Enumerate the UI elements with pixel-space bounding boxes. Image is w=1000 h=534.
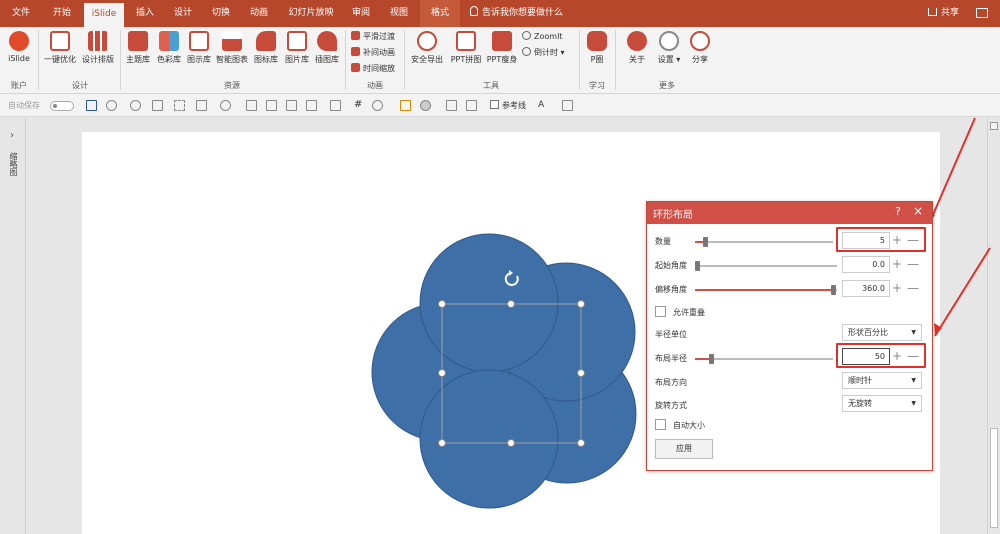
panel-title: 环形布局 — [653, 210, 693, 221]
slider-fill — [695, 289, 833, 291]
layout-radius-slider[interactable] — [695, 354, 833, 364]
start-angle-input[interactable]: 0.0 — [842, 256, 890, 273]
autosize-label: 自动大小 — [673, 421, 705, 430]
circle-shape-bottom[interactable] — [419, 369, 559, 509]
allow-overlap-checkbox[interactable] — [655, 306, 666, 317]
highlight-count-box — [836, 227, 926, 252]
annotation-arrow — [928, 117, 976, 225]
radius-unit-label: 半径单位 — [655, 330, 687, 339]
slider-knob[interactable] — [709, 354, 714, 364]
panel-header[interactable]: 环形布局 ? × — [647, 202, 932, 224]
plus-icon[interactable]: + — [892, 281, 902, 295]
resize-handle[interactable] — [438, 369, 446, 377]
help-icon[interactable]: ? — [895, 205, 901, 218]
layout-radius-label: 布局半径 — [655, 354, 687, 363]
allow-overlap-label: 允许重叠 — [673, 308, 705, 317]
apply-button[interactable]: 应用 — [655, 439, 713, 459]
annotation-arrow — [934, 247, 991, 337]
offset-angle-slider[interactable] — [695, 285, 837, 295]
slider-knob[interactable] — [703, 237, 708, 247]
autosize-checkbox[interactable] — [655, 419, 666, 430]
offset-angle-input[interactable]: 360.0 — [842, 280, 890, 297]
slider-knob[interactable] — [831, 285, 836, 295]
rotation-label: 旋转方式 — [655, 401, 687, 410]
rotation-value: 无旋转 — [848, 399, 872, 408]
close-icon[interactable]: × — [913, 204, 923, 218]
direction-label: 布局方向 — [655, 378, 687, 387]
start-angle-slider[interactable] — [695, 261, 837, 271]
count-slider[interactable] — [695, 237, 833, 247]
radius-unit-value: 形状百分比 — [848, 328, 888, 337]
resize-handle[interactable] — [507, 439, 515, 447]
radius-unit-select[interactable]: 形状百分比 ▼ — [842, 324, 922, 341]
start-angle-label: 起始角度 — [655, 261, 687, 270]
resize-handle[interactable] — [438, 300, 446, 308]
minus-icon[interactable]: — — [907, 257, 919, 271]
resize-handle[interactable] — [577, 369, 585, 377]
resize-handle[interactable] — [577, 300, 585, 308]
direction-select[interactable]: 顺时针 ▼ — [842, 372, 922, 389]
direction-value: 顺时针 — [848, 376, 872, 385]
minus-icon[interactable]: — — [907, 281, 919, 295]
chevron-down-icon: ▼ — [911, 377, 916, 384]
resize-handle[interactable] — [577, 439, 585, 447]
resize-handle[interactable] — [438, 439, 446, 447]
count-label: 数量 — [655, 237, 671, 246]
plus-icon[interactable]: + — [892, 257, 902, 271]
offset-angle-label: 偏移角度 — [655, 285, 687, 294]
highlight-radius-box — [836, 343, 926, 368]
slider-knob[interactable] — [695, 261, 700, 271]
resize-handle[interactable] — [507, 300, 515, 308]
chevron-down-icon: ▼ — [911, 400, 916, 407]
rotation-select[interactable]: 无旋转 ▼ — [842, 395, 922, 412]
chevron-down-icon: ▼ — [911, 329, 916, 336]
